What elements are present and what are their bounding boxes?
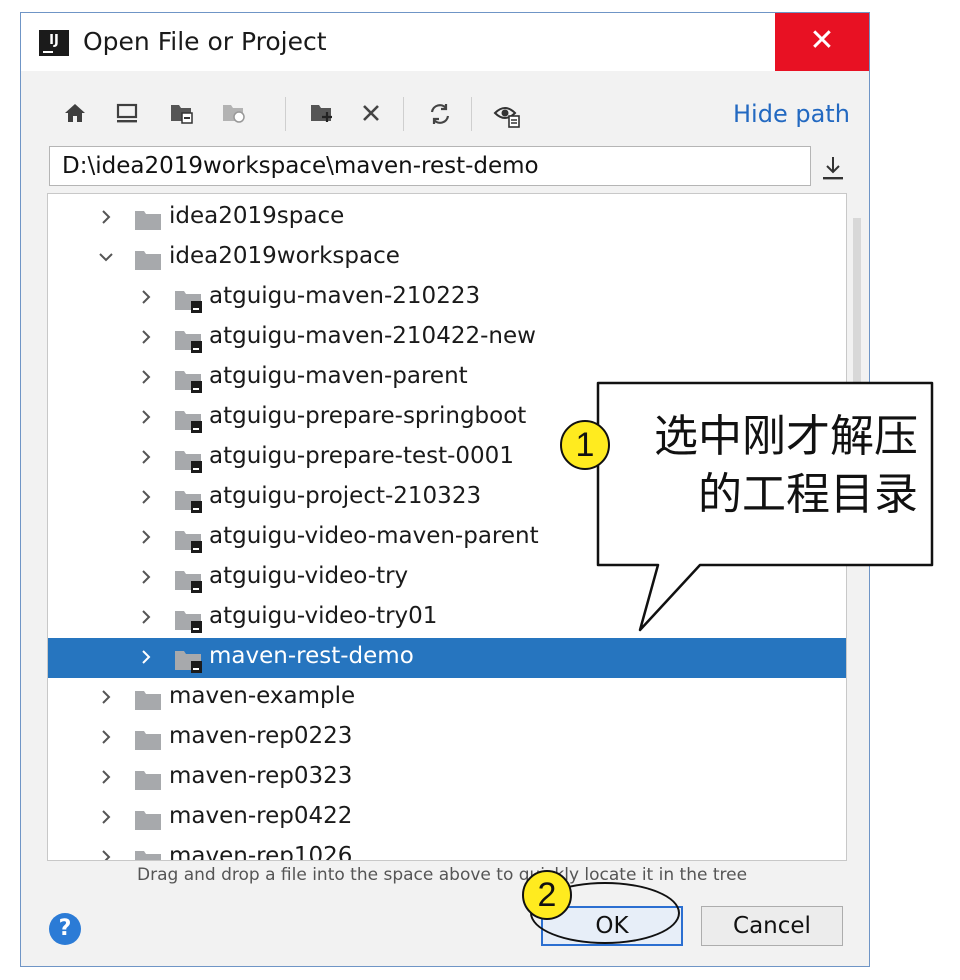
- step-1-badge: 1: [560, 420, 610, 470]
- callout-line-2: 的工程目录: [698, 469, 918, 520]
- callout-line-1: 选中刚才解压: [654, 411, 918, 462]
- step-2-badge: 2: [522, 870, 572, 920]
- callout-text: 选中刚才解压 的工程目录: [612, 408, 918, 524]
